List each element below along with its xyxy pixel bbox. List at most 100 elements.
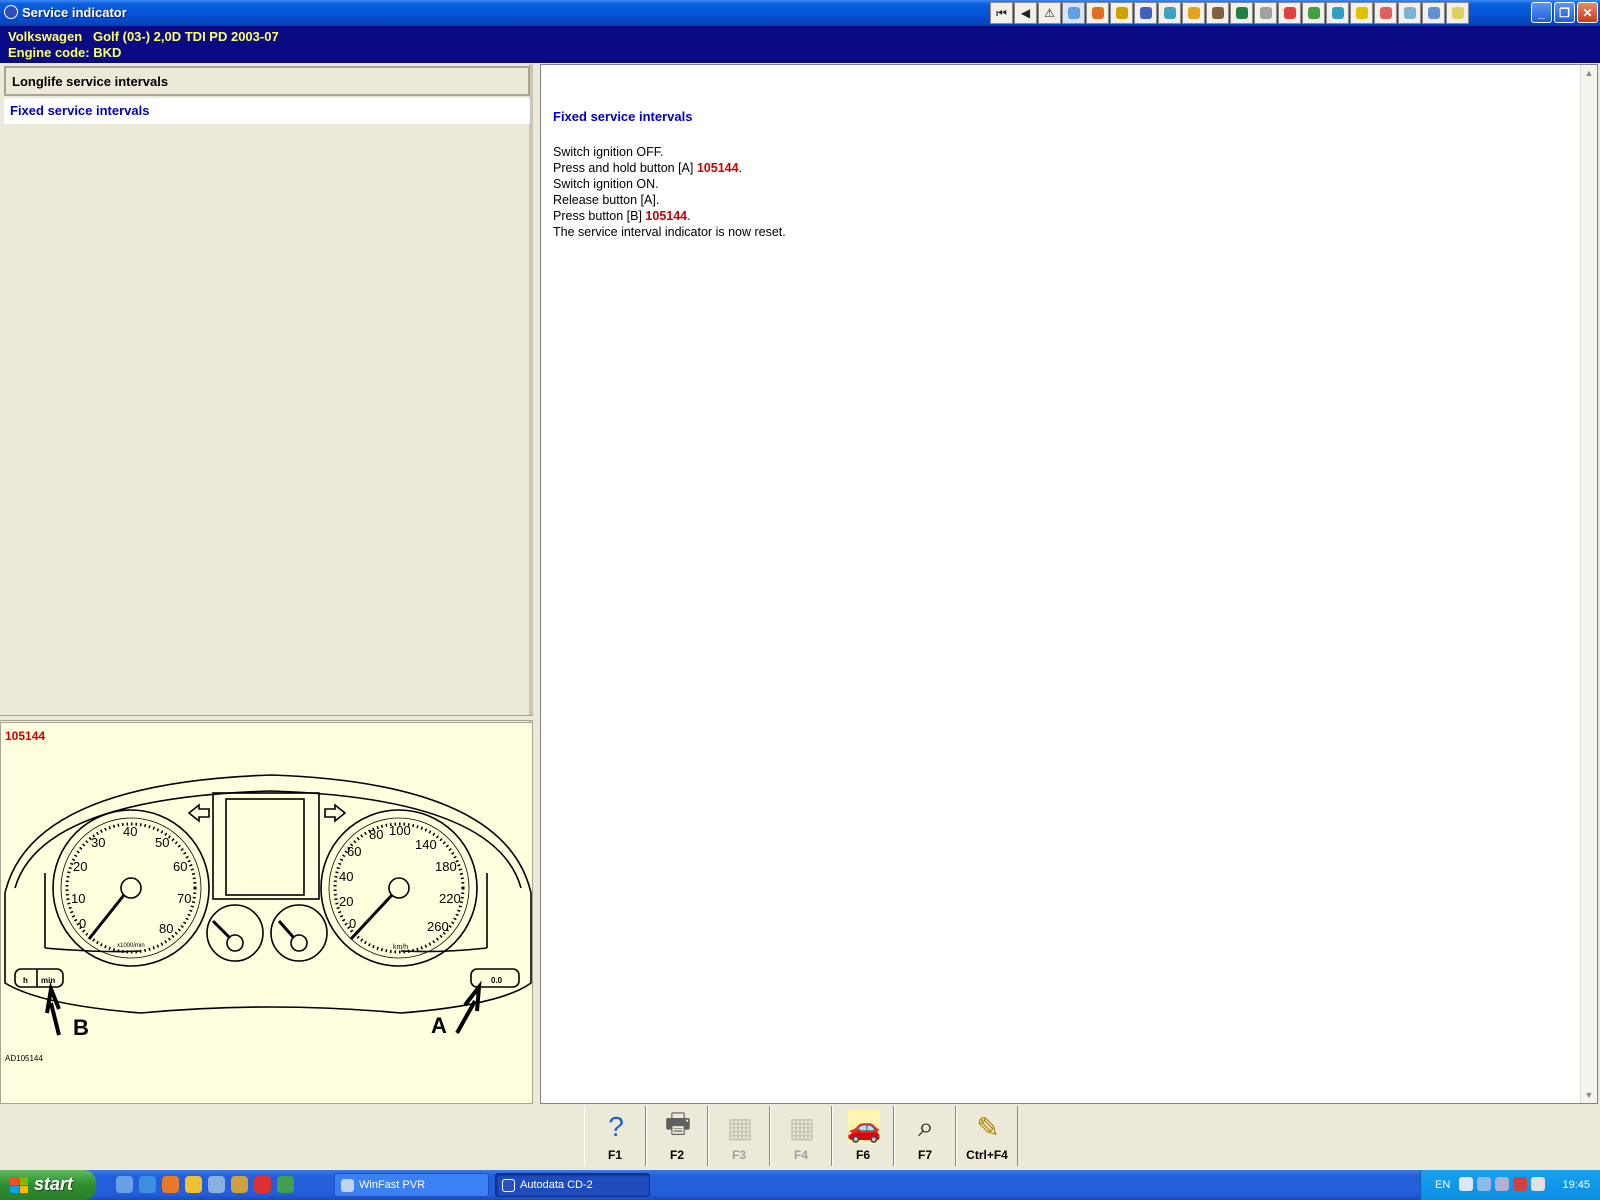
info-icon[interactable]	[1374, 2, 1397, 24]
car-icon[interactable]	[1278, 2, 1301, 24]
task-autodata[interactable]: Autodata CD-2	[495, 1173, 650, 1197]
nav-item-longlife-service[interactable]: Longlife service intervals	[4, 66, 530, 96]
title-bar[interactable]: Service indicator ⏮ ◀ ⚠ _ ❐ ✕	[0, 0, 1600, 26]
vertical-scrollbar[interactable]: ▲ ▼	[1580, 65, 1597, 1103]
step-text: The service interval indicator is now re…	[553, 225, 786, 239]
tacho-tick-80: 80	[159, 921, 173, 936]
tool-icon[interactable]	[231, 1176, 248, 1193]
task-label: Autodata CD-2	[520, 1179, 593, 1191]
function-key-label: F7	[917, 1148, 932, 1162]
speedo-unit: km/h	[393, 944, 408, 951]
function-key-ctrl-f4[interactable]: ✎ Ctrl+F4	[956, 1106, 1018, 1166]
speedo-tick-60: 60	[347, 844, 361, 859]
app-icon[interactable]	[4, 5, 18, 19]
repair-icon[interactable]	[1326, 2, 1349, 24]
scroll-down-icon[interactable]: ▼	[1584, 1090, 1594, 1100]
parts-icon[interactable]	[1302, 2, 1325, 24]
battery-icon[interactable]	[1254, 2, 1277, 24]
system-tray: EN 19:45	[1420, 1170, 1600, 1200]
tacho-tick-70: 70	[177, 891, 191, 906]
function-key-label: F1	[607, 1148, 622, 1162]
app-green-icon[interactable]	[277, 1176, 294, 1193]
previous-icon[interactable]: ◀	[1014, 2, 1037, 24]
lamp-icon[interactable]	[1350, 2, 1373, 24]
diagram-icon[interactable]	[1206, 2, 1229, 24]
function-key-bar: ? F1 🖶 F2 ▦ F3 ▦ F4 🚗 F6 ⌕ F7 ✎ Ctrl+F4	[584, 1106, 1018, 1166]
speedo-tick-20: 20	[339, 894, 353, 909]
pane-splitter[interactable]	[0, 715, 533, 721]
window-controls: _ ❐ ✕	[1531, 2, 1598, 23]
start-button[interactable]: start	[0, 1170, 96, 1200]
image-copy-icon: ▦	[788, 1111, 816, 1143]
engine-icon[interactable]	[1158, 2, 1181, 24]
instruction-steps: Switch ignition OFF. Press and hold butto…	[553, 144, 786, 240]
diagram-reference: 105144	[5, 729, 46, 743]
winfast-icon	[341, 1179, 354, 1192]
ie-icon[interactable]	[139, 1176, 156, 1193]
media-icon[interactable]	[208, 1176, 225, 1193]
app-red-icon[interactable]	[254, 1176, 271, 1193]
function-key-f6[interactable]: 🚗 F6	[832, 1106, 894, 1166]
tacho-tick-10: 10	[71, 891, 85, 906]
tray-network-icon[interactable]	[1477, 1177, 1491, 1191]
callout-a: A	[431, 1013, 447, 1038]
tray-arrow-icon[interactable]	[1459, 1177, 1473, 1191]
speedo-tick-140: 140	[415, 837, 437, 852]
sign-icon[interactable]	[1398, 2, 1421, 24]
instruction-step: Switch ignition ON.	[553, 176, 786, 192]
messenger-icon[interactable]	[185, 1176, 202, 1193]
tacho-tick-40: 40	[123, 824, 137, 839]
instruction-step: Press and hold button [A] 105144.	[553, 160, 786, 176]
instruction-step: Press button [B] 105144.	[553, 208, 786, 224]
desktop-icon[interactable]	[116, 1176, 133, 1193]
fuel-icon[interactable]	[1182, 2, 1205, 24]
content-pane: Fixed service intervals Switch ignition …	[540, 64, 1598, 1104]
tray-security-icon[interactable]	[1513, 1177, 1527, 1191]
minimize-button[interactable]: _	[1531, 2, 1552, 23]
first-page-icon[interactable]: ⏮	[990, 2, 1013, 24]
step-suffix: .	[738, 161, 743, 175]
help-icon: ?	[608, 1111, 624, 1142]
toolbar: ⏮ ◀ ⚠	[990, 2, 1469, 24]
step-text: Switch ignition OFF.	[553, 145, 664, 159]
step-diagram-link[interactable]: 105144	[645, 209, 687, 223]
restore-button[interactable]: ❐	[1554, 2, 1575, 23]
tray-icons	[1459, 1177, 1545, 1191]
speedo-tick-80: 80	[369, 827, 383, 842]
function-key-label: Ctrl+F4	[966, 1148, 1008, 1162]
tacho-unit: x1000/min	[117, 943, 145, 949]
function-key-f2[interactable]: 🖶 F2	[646, 1106, 708, 1166]
nav-item-fixed-service[interactable]: Fixed service intervals	[4, 98, 530, 124]
scroll-up-icon[interactable]: ▲	[1584, 68, 1594, 78]
tray-volume-icon[interactable]	[1531, 1177, 1545, 1191]
step-text: Switch ignition ON.	[553, 177, 659, 191]
speedo-tick-260: 260	[427, 919, 449, 934]
function-key-f1[interactable]: ? F1	[584, 1106, 646, 1166]
note-icon[interactable]	[1446, 2, 1469, 24]
car-side-icon[interactable]	[1422, 2, 1445, 24]
close-button[interactable]: ✕	[1577, 2, 1598, 23]
gauge-icon[interactable]	[1134, 2, 1157, 24]
warning-icon[interactable]: ⚠	[1038, 2, 1061, 24]
function-key-label: F3	[731, 1148, 746, 1162]
task-winfast[interactable]: WinFast PVR	[334, 1173, 489, 1197]
step-diagram-link[interactable]: 105144	[697, 161, 739, 175]
firefox-icon[interactable]	[162, 1176, 179, 1193]
step-text: Press button [B]	[553, 209, 646, 223]
belt-icon[interactable]	[1230, 2, 1253, 24]
vehicle-model: Volkswagen Golf (03-) 2,0D TDI PD 2003-0…	[8, 29, 279, 44]
speedo-tick-40: 40	[339, 869, 353, 884]
tool-icon[interactable]	[1110, 2, 1133, 24]
clock-icon[interactable]	[1086, 2, 1109, 24]
function-key-f7[interactable]: ⌕ F7	[894, 1106, 956, 1166]
tray-display-icon[interactable]	[1495, 1177, 1509, 1191]
map-icon[interactable]	[1062, 2, 1085, 24]
tacho-tick-30: 30	[91, 835, 105, 850]
function-key-f3: ▦ F3	[708, 1106, 770, 1166]
instruction-step: Release button [A].	[553, 192, 786, 208]
start-label: start	[34, 1174, 74, 1194]
left-panel: Longlife service intervals Fixed service…	[0, 64, 533, 1104]
button-a-label: 0.0	[491, 976, 503, 985]
language-indicator[interactable]: EN	[1435, 1179, 1450, 1191]
windows-flag-icon	[10, 1177, 28, 1193]
